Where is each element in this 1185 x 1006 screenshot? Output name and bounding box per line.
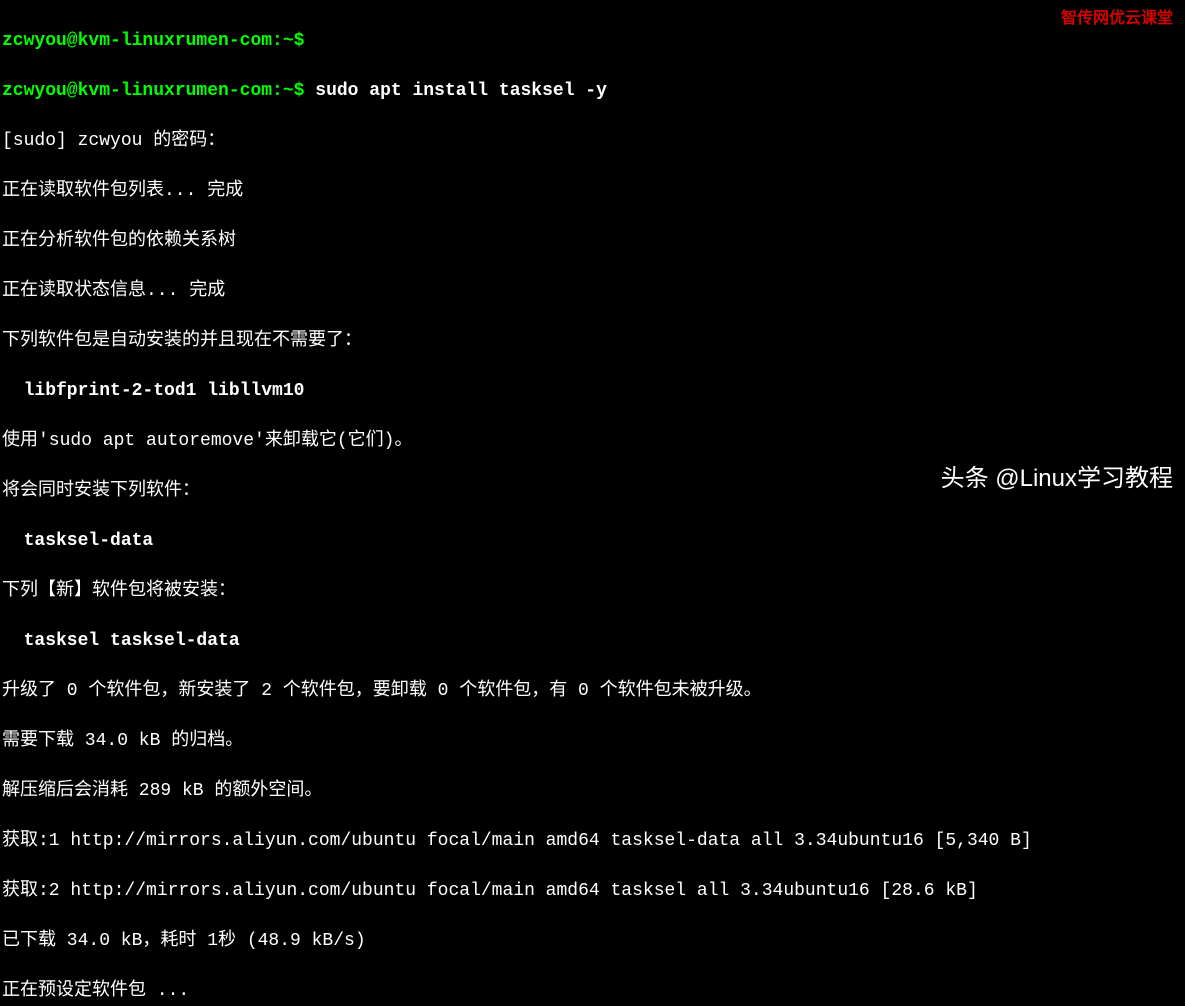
command-input: sudo apt install tasksel -y xyxy=(315,81,607,101)
output-line: 正在预设定软件包 ... xyxy=(2,979,1183,1004)
output-line: 使用'sudo apt autoremove'来卸载它(它们)。 xyxy=(2,429,1183,454)
output-line: 升级了 0 个软件包，新安装了 2 个软件包，要卸载 0 个软件包，有 0 个软… xyxy=(2,679,1183,704)
output-line: 需要下载 34.0 kB 的归档。 xyxy=(2,729,1183,754)
shell-prompt: zcwyou@kvm-linuxrumen-com:~$ xyxy=(2,81,315,101)
output-line: 已下载 34.0 kB，耗时 1秒 (48.9 kB/s) xyxy=(2,929,1183,954)
output-line: 正在读取状态信息... 完成 xyxy=(2,279,1183,304)
watermark-bottom: 头条 @Linux学习教程 xyxy=(941,466,1173,491)
output-line: libfprint-2-tod1 libllvm10 xyxy=(2,379,1183,404)
watermark-top: 智传网优云课堂 xyxy=(1061,6,1173,31)
terminal-output[interactable]: zcwyou@kvm-linuxrumen-com:~$ zcwyou@kvm-… xyxy=(2,4,1183,1006)
output-line: [sudo] zcwyou 的密码： xyxy=(2,129,1183,154)
output-line: tasksel tasksel-data xyxy=(2,629,1183,654)
shell-prompt: zcwyou@kvm-linuxrumen-com:~$ xyxy=(2,31,304,51)
output-line: 获取:1 http://mirrors.aliyun.com/ubuntu fo… xyxy=(2,829,1183,854)
output-line: 正在读取软件包列表... 完成 xyxy=(2,179,1183,204)
output-line: 正在分析软件包的依赖关系树 xyxy=(2,229,1183,254)
output-line: 获取:2 http://mirrors.aliyun.com/ubuntu fo… xyxy=(2,879,1183,904)
output-line: 解压缩后会消耗 289 kB 的额外空间。 xyxy=(2,779,1183,804)
output-line: 下列软件包是自动安装的并且现在不需要了： xyxy=(2,329,1183,354)
output-line: 下列【新】软件包将被安装： xyxy=(2,579,1183,604)
output-line: tasksel-data xyxy=(2,529,1183,554)
